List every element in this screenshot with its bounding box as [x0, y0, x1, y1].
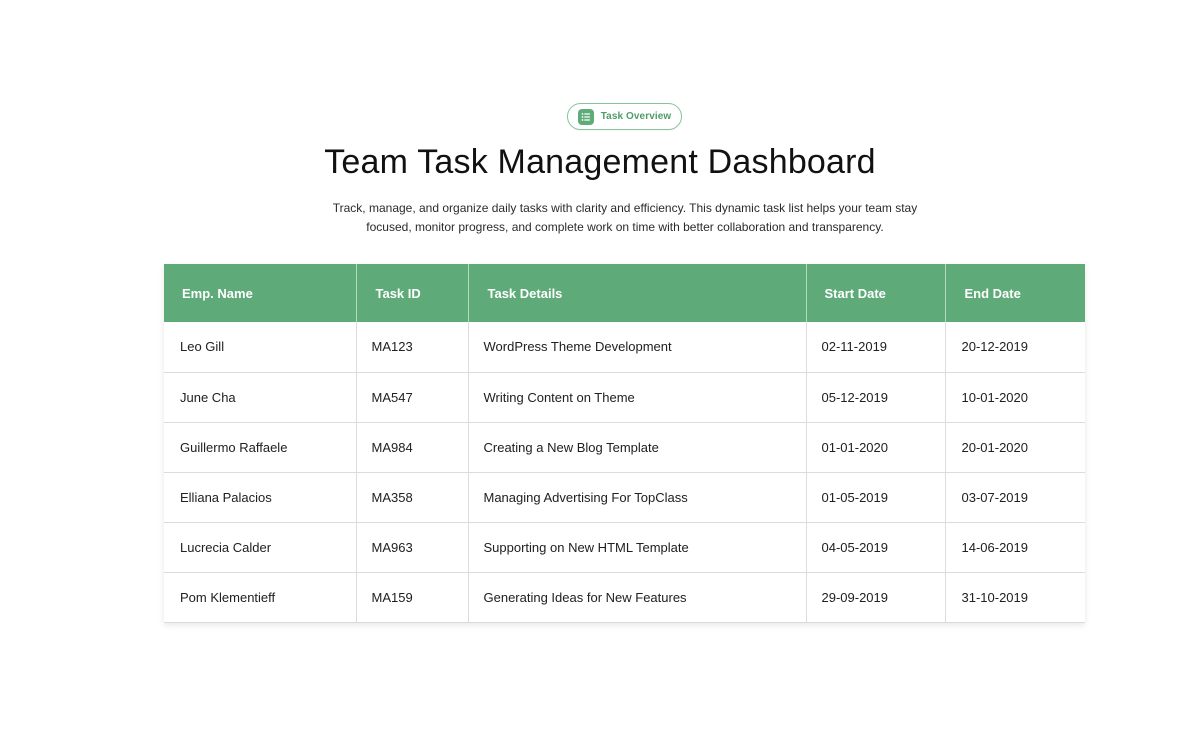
column-header-start-date: Start Date	[806, 264, 946, 322]
cell-task-id: MA159	[356, 572, 469, 623]
cell-start-date: 05-12-2019	[806, 372, 946, 423]
cell-start-date: 29-09-2019	[806, 572, 946, 623]
badge-label: Task Overview	[600, 111, 672, 122]
cell-task-details: Writing Content on Theme	[468, 372, 807, 423]
cell-end-date: 31-10-2019	[945, 572, 1085, 623]
cell-task-id: MA984	[356, 422, 469, 473]
cell-emp-name: Pom Klementieff	[164, 572, 357, 623]
cell-end-date: 10-01-2020	[945, 372, 1085, 423]
page-title: Team Task Management Dashboard	[324, 143, 876, 181]
cell-task-id: MA547	[356, 372, 469, 423]
list-icon	[577, 108, 594, 125]
task-overview-badge: Task Overview	[567, 103, 682, 130]
table-header-row: Emp. Name Task ID Task Details Start Dat…	[164, 264, 1085, 322]
cell-end-date: 20-01-2020	[945, 422, 1085, 473]
cell-task-id: MA963	[356, 522, 469, 573]
cell-end-date: 03-07-2019	[945, 472, 1085, 523]
column-header-emp-name: Emp. Name	[164, 264, 357, 322]
page-description: Track, manage, and organize daily tasks …	[332, 201, 918, 234]
task-table: Emp. Name Task ID Task Details Start Dat…	[164, 264, 1085, 623]
column-header-task-details: Task Details	[468, 264, 807, 322]
cell-start-date: 01-05-2019	[806, 472, 946, 523]
cell-start-date: 02-11-2019	[806, 322, 946, 373]
cell-task-id: MA358	[356, 472, 469, 523]
cell-task-details: Supporting on New HTML Template	[468, 522, 807, 573]
cell-emp-name: Guillermo Raffaele	[164, 422, 357, 473]
table-row: Guillermo Raffaele MA984 Creating a New …	[164, 422, 1085, 473]
cell-task-details: Generating Ideas for New Features	[468, 572, 807, 623]
cell-task-id: MA123	[356, 322, 469, 373]
table-row: Pom Klementieff MA159 Generating Ideas f…	[164, 572, 1085, 623]
cell-emp-name: Lucrecia Calder	[164, 522, 357, 573]
table-row: Elliana Palacios MA358 Managing Advertis…	[164, 472, 1085, 523]
cell-emp-name: Elliana Palacios	[164, 472, 357, 523]
task-table-container: Emp. Name Task ID Task Details Start Dat…	[164, 264, 1085, 623]
page: Task Overview Team Task Management Dashb…	[0, 0, 1200, 734]
cell-task-details: Creating a New Blog Template	[468, 422, 807, 473]
cell-end-date: 14-06-2019	[945, 522, 1085, 573]
column-header-end-date: End Date	[945, 264, 1085, 322]
cell-emp-name: Leo Gill	[164, 322, 357, 373]
cell-task-details: WordPress Theme Development	[468, 322, 807, 373]
cell-start-date: 04-05-2019	[806, 522, 946, 573]
cell-task-details: Managing Advertising For TopClass	[468, 472, 807, 523]
table-row: Leo Gill MA123 WordPress Theme Developme…	[164, 322, 1085, 373]
cell-end-date: 20-12-2019	[945, 322, 1085, 373]
table-row: June Cha MA547 Writing Content on Theme …	[164, 372, 1085, 423]
table-row: Lucrecia Calder MA963 Supporting on New …	[164, 522, 1085, 573]
column-header-task-id: Task ID	[356, 264, 469, 322]
cell-start-date: 01-01-2020	[806, 422, 946, 473]
cell-emp-name: June Cha	[164, 372, 357, 423]
